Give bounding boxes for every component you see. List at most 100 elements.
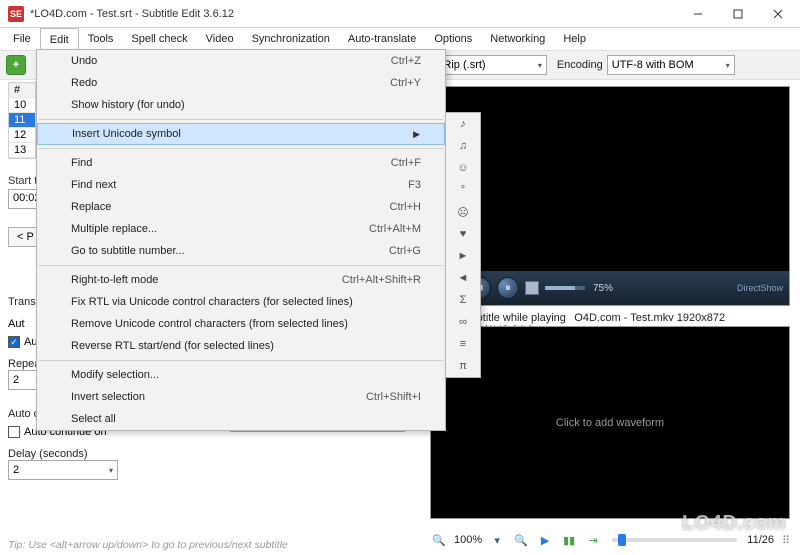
- unicode-symbol-submenu: ♪♫☺°☹♥►◄Σ∞≡π: [445, 112, 481, 378]
- menu-separator: [39, 265, 443, 266]
- menu-file[interactable]: File: [4, 28, 40, 50]
- delay-combo[interactable]: 2 ▾: [8, 460, 118, 480]
- video-player[interactable]: ▶ ■ ⏸ 75% DirectShow: [430, 86, 790, 306]
- unicode-symbol-item[interactable]: ☹: [446, 201, 480, 223]
- delay-value: 2: [13, 464, 19, 476]
- menu-item-label: Show history (for undo): [71, 99, 185, 111]
- waveform-message: Click to add waveform: [556, 417, 664, 429]
- menu-item-reverse-rtl-start-end-for-selected-lines[interactable]: Reverse RTL start/end (for selected line…: [37, 335, 445, 357]
- menu-item-label: Remove Unicode control characters (from …: [71, 318, 348, 330]
- minimize-button[interactable]: [678, 1, 718, 27]
- menu-item-go-to-subtitle-number[interactable]: Go to subtitle number... Ctrl+G: [37, 240, 445, 262]
- pause-control-button[interactable]: ⏸: [497, 277, 519, 299]
- unicode-symbol-item[interactable]: ☺: [446, 157, 480, 179]
- table-row[interactable]: 10: [9, 98, 35, 113]
- resize-grip-icon[interactable]: ⠿: [780, 534, 790, 547]
- unicode-symbol-item[interactable]: ∞: [446, 311, 480, 333]
- unicode-symbol-item[interactable]: ♫: [446, 135, 480, 157]
- menu-networking[interactable]: Networking: [481, 28, 554, 50]
- menu-item-modify-selection[interactable]: Modify selection...: [37, 364, 445, 386]
- menu-item-show-history-for-undo[interactable]: Show history (for undo): [37, 94, 445, 116]
- menu-item-label: Invert selection: [71, 391, 145, 403]
- app-icon: SE: [8, 6, 24, 22]
- minimize-icon: [693, 9, 703, 19]
- video-controls: ▶ ■ ⏸ 75% DirectShow: [431, 271, 789, 305]
- menu-item-insert-unicode-symbol[interactable]: Insert Unicode symbol▶: [37, 123, 445, 145]
- unicode-symbol-item[interactable]: ◄: [446, 267, 480, 289]
- waveform-area[interactable]: Click to add waveform: [430, 326, 790, 519]
- menu-item-label: Undo: [71, 55, 97, 67]
- unicode-symbol-item[interactable]: π: [446, 355, 480, 377]
- zoom-value: 100%: [454, 534, 482, 546]
- zoom-out-button[interactable]: 🔍: [430, 531, 448, 549]
- unicode-symbol-item[interactable]: ♪: [446, 113, 480, 135]
- maximize-icon: [733, 9, 743, 19]
- menu-item-multiple-replace[interactable]: Multiple replace...Ctrl+Alt+M: [37, 218, 445, 240]
- menu-help[interactable]: Help: [554, 28, 595, 50]
- menu-item-label: Modify selection...: [71, 369, 159, 381]
- menu-item-label: Reverse RTL start/end (for selected line…: [71, 340, 274, 352]
- menu-edit[interactable]: Edit: [40, 28, 79, 50]
- menu-synchronization[interactable]: Synchronization: [243, 28, 339, 50]
- menu-item-right-to-left-mode[interactable]: Right-to-left modeCtrl+Alt+Shift+R: [37, 269, 445, 291]
- unicode-symbol-item[interactable]: ►: [446, 245, 480, 267]
- menu-item-label: Redo: [71, 77, 97, 89]
- waveform-strip-icon[interactable]: ▮▮: [560, 531, 578, 549]
- menu-item-replace[interactable]: ReplaceCtrl+H: [37, 196, 445, 218]
- window-title: *LO4D.com - Test.srt - Subtitle Edit 3.6…: [30, 8, 678, 20]
- menu-separator: [39, 148, 443, 149]
- renderer-label: DirectShow: [737, 283, 783, 293]
- zoom-in-icon: 🔍: [514, 534, 528, 547]
- menu-auto-translate[interactable]: Auto-translate: [339, 28, 425, 50]
- menu-item-undo[interactable]: UndoCtrl+Z: [37, 50, 445, 72]
- menu-item-remove-unicode-control-characters-from-selected-lines[interactable]: Remove Unicode control characters (from …: [37, 313, 445, 335]
- unicode-symbol-item[interactable]: Σ: [446, 289, 480, 311]
- delay-label: Delay (seconds): [8, 448, 408, 460]
- menu-shortcut: Ctrl+H: [390, 201, 421, 213]
- menu-item-find-next[interactable]: Find nextF3: [37, 174, 445, 196]
- close-icon: [773, 9, 783, 19]
- table-row[interactable]: 11: [9, 113, 35, 128]
- menu-item-fix-rtl-via-unicode-control-characters-for-selected-lines[interactable]: Fix RTL via Unicode control characters (…: [37, 291, 445, 313]
- new-file-button[interactable]: +: [6, 55, 26, 75]
- menu-item-find[interactable]: FindCtrl+F: [37, 152, 445, 174]
- maximize-button[interactable]: [718, 1, 758, 27]
- menu-shortcut: Ctrl+F: [391, 157, 421, 169]
- table-row[interactable]: 13: [9, 143, 35, 158]
- title-bar: SE *LO4D.com - Test.srt - Subtitle Edit …: [0, 0, 800, 28]
- menu-item-select-all[interactable]: Select all: [37, 408, 445, 430]
- zoom-in-button[interactable]: 🔍: [512, 531, 530, 549]
- chevron-down-icon: ▾: [109, 466, 113, 475]
- menu-item-label: Select all: [71, 413, 116, 425]
- menu-tools[interactable]: Tools: [79, 28, 123, 50]
- menu-item-redo[interactable]: RedoCtrl+Y: [37, 72, 445, 94]
- plus-icon: +: [13, 59, 19, 71]
- close-button[interactable]: [758, 1, 798, 27]
- menu-item-label: Go to subtitle number...: [71, 245, 185, 257]
- menu-video[interactable]: Video: [197, 28, 243, 50]
- fullscreen-button[interactable]: [525, 281, 539, 295]
- zoom-dropdown[interactable]: ▾: [488, 531, 506, 549]
- auto-continue-checkbox[interactable]: [8, 426, 20, 438]
- unicode-symbol-item[interactable]: ♥: [446, 223, 480, 245]
- menu-shortcut: Ctrl+Alt+Shift+R: [342, 274, 421, 286]
- menu-options[interactable]: Options: [425, 28, 481, 50]
- encoding-combo[interactable]: UTF-8 with BOM ▾: [607, 55, 735, 75]
- zoom-out-icon: 🔍: [432, 534, 446, 547]
- menu-shortcut: Ctrl+G: [389, 245, 421, 257]
- encoding-label: Encoding: [557, 59, 603, 71]
- unicode-symbol-item[interactable]: ≡: [446, 333, 480, 355]
- zoom-slider[interactable]: [612, 538, 737, 542]
- subtitle-number-column: #10111213: [8, 82, 36, 159]
- auto-repeat-checkbox[interactable]: ✓: [8, 336, 20, 348]
- waveform-seek-icon[interactable]: ⇥: [584, 531, 602, 549]
- unicode-symbol-item[interactable]: °: [446, 179, 480, 201]
- menu-item-label: Insert Unicode symbol: [72, 128, 181, 140]
- chevron-down-icon: ▾: [494, 534, 500, 547]
- menu-spell-check[interactable]: Spell check: [122, 28, 196, 50]
- table-row[interactable]: 12: [9, 128, 35, 143]
- menu-item-invert-selection[interactable]: Invert selectionCtrl+Shift+I: [37, 386, 445, 408]
- slider-thumb[interactable]: [618, 534, 626, 546]
- tip-text: Tip: Use <alt+arrow up/down> to go to pr…: [8, 539, 288, 551]
- playback-play-icon[interactable]: ▶: [536, 531, 554, 549]
